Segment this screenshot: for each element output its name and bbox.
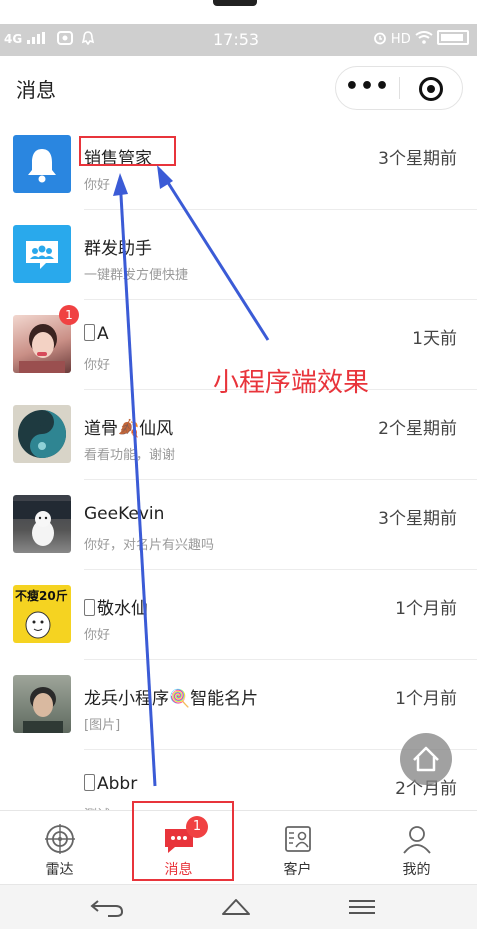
annotation-arrowhead xyxy=(113,173,128,196)
annotation-arrow-long xyxy=(118,177,157,787)
contact-card-icon xyxy=(285,826,311,852)
system-navigation-bar xyxy=(0,884,477,929)
tab-radar[interactable]: 雷达 xyxy=(0,811,119,885)
annotation-highlight-box-tab xyxy=(132,801,234,881)
radar-icon xyxy=(45,824,75,854)
tab-me[interactable]: 我的 xyxy=(357,811,476,885)
annotation-arrows xyxy=(113,165,270,787)
back-icon[interactable] xyxy=(88,895,128,919)
tab-customers[interactable]: 客户 xyxy=(238,811,357,885)
bottom-tab-bar: 雷达 1 消息 客户 我的 xyxy=(0,810,477,885)
person-icon xyxy=(403,826,431,854)
annotation-arrow-short xyxy=(158,169,270,341)
tab-label: 我的 xyxy=(402,862,431,878)
home-nav-icon[interactable] xyxy=(220,895,252,919)
tab-label: 雷达 xyxy=(45,862,74,878)
tab-label: 客户 xyxy=(283,862,312,878)
menu-icon[interactable] xyxy=(347,895,377,919)
